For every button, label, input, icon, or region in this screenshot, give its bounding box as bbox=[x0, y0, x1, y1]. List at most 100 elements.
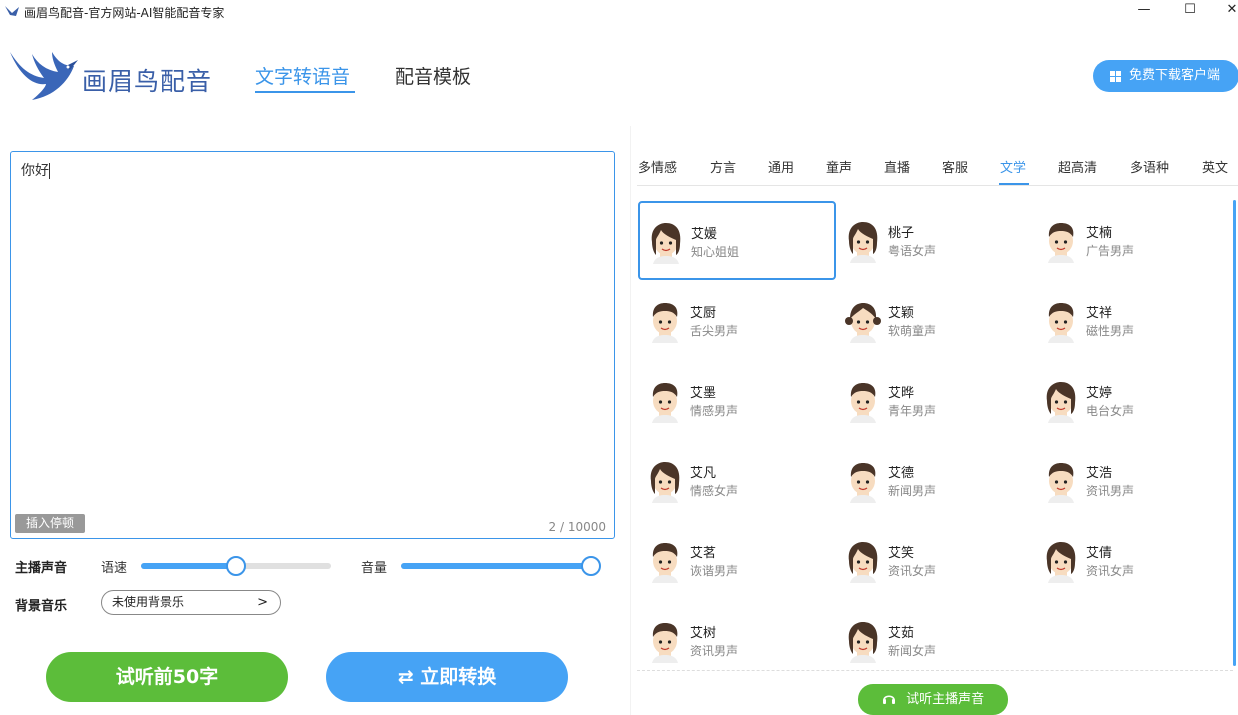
voice-card[interactable]: 艾颖 软萌童声 bbox=[836, 281, 1034, 360]
voice-desc: 资讯女声 bbox=[1086, 564, 1135, 578]
voice-avatar bbox=[844, 619, 882, 663]
voice-card[interactable]: 艾树 资讯男声 bbox=[638, 601, 836, 680]
speed-slider-knob[interactable] bbox=[226, 556, 246, 576]
voice-avatar bbox=[844, 379, 882, 423]
tab-text-to-speech[interactable]: 文字转语音 bbox=[255, 62, 350, 89]
preview-anchor-button[interactable]: 试听主播声音 bbox=[858, 684, 1008, 715]
volume-slider-knob[interactable] bbox=[581, 556, 601, 576]
voice-desc: 电台女声 bbox=[1086, 404, 1135, 418]
speed-label: 语速 bbox=[101, 561, 128, 576]
swap-icon: ⇄ bbox=[397, 666, 414, 688]
category-literature[interactable]: 文学 bbox=[1000, 157, 1026, 176]
header: 画眉鸟配音 文字转语音 配音模板 免费下载客户端 bbox=[0, 22, 1238, 126]
voice-avatar bbox=[844, 219, 882, 263]
voice-desc: 情感男声 bbox=[690, 404, 739, 418]
volume-slider-fill bbox=[401, 563, 591, 569]
voice-card[interactable]: 艾祥 磁性男声 bbox=[1034, 281, 1232, 360]
voice-desc: 资讯男声 bbox=[1086, 484, 1135, 498]
voice-card[interactable]: 艾凡 情感女声 bbox=[638, 441, 836, 520]
voice-avatar bbox=[1042, 299, 1080, 343]
voice-name: 艾祥 bbox=[1086, 306, 1113, 321]
bgm-select[interactable]: 未使用背景乐 > bbox=[101, 590, 281, 615]
category-emotion[interactable]: 多情感 bbox=[638, 157, 677, 176]
editor-text[interactable]: 你好 bbox=[21, 160, 50, 180]
insert-pause-button[interactable]: 插入停顿 bbox=[15, 514, 85, 533]
voice-list-scrollbar[interactable] bbox=[1233, 200, 1236, 666]
voice-name: 桃子 bbox=[888, 226, 915, 241]
voice-avatar bbox=[844, 459, 882, 503]
category-english[interactable]: 英文 bbox=[1202, 157, 1228, 176]
voice-name: 艾树 bbox=[690, 626, 717, 641]
voice-card[interactable]: 艾晔 青年男声 bbox=[836, 361, 1034, 440]
voice-card[interactable]: 艾倩 资讯女声 bbox=[1034, 521, 1232, 600]
chevron-right-icon: > bbox=[257, 595, 268, 610]
bgm-value: 未使用背景乐 bbox=[112, 595, 185, 609]
voice-desc: 资讯男声 bbox=[690, 644, 739, 658]
voice-name: 艾厨 bbox=[690, 306, 717, 321]
preview-anchor-label: 试听主播声音 bbox=[906, 692, 985, 707]
title-bar: 画眉鸟配音-官方网站-AI智能配音专家 — ☐ ✕ bbox=[0, 0, 1238, 22]
voice-card[interactable]: 艾德 新闻男声 bbox=[836, 441, 1034, 520]
speed-slider[interactable] bbox=[141, 556, 331, 576]
voice-card[interactable]: 艾婷 电台女声 bbox=[1034, 361, 1232, 440]
voice-avatar bbox=[646, 539, 684, 583]
speed-slider-fill bbox=[141, 563, 236, 569]
maximize-button[interactable]: ☐ bbox=[1170, 0, 1210, 22]
close-button[interactable]: ✕ bbox=[1212, 0, 1238, 22]
category-general[interactable]: 通用 bbox=[768, 157, 794, 176]
anchor-voice-label: 主播声音 bbox=[15, 561, 68, 576]
voice-name: 艾墨 bbox=[690, 386, 717, 401]
voice-avatar bbox=[646, 379, 684, 423]
voice-name: 艾颖 bbox=[888, 306, 915, 321]
category-hd[interactable]: 超高清 bbox=[1058, 157, 1097, 176]
voice-desc: 青年男声 bbox=[888, 404, 937, 418]
editor-panel: 你好 插入停顿 2 / 10000 主播声音 语速 音量 背景音乐 未使用背景乐… bbox=[0, 126, 630, 715]
voice-card[interactable]: 艾墨 情感男声 bbox=[638, 361, 836, 440]
category-child[interactable]: 童声 bbox=[826, 157, 852, 176]
voice-card[interactable]: 艾厨 舌尖男声 bbox=[638, 281, 836, 360]
voice-desc: 新闻男声 bbox=[888, 484, 937, 498]
category-multilingual[interactable]: 多语种 bbox=[1130, 157, 1169, 176]
voice-list-divider bbox=[637, 670, 1233, 671]
volume-label: 音量 bbox=[361, 561, 388, 576]
headphones-icon bbox=[882, 692, 906, 707]
voice-card[interactable]: 艾茗 诙谐男声 bbox=[638, 521, 836, 600]
voice-card[interactable]: 桃子 粤语女声 bbox=[836, 201, 1034, 280]
minimize-button[interactable]: — bbox=[1124, 0, 1164, 22]
category-dialect[interactable]: 方言 bbox=[710, 157, 736, 176]
voice-card[interactable]: 艾笑 资讯女声 bbox=[836, 521, 1034, 600]
tab-voice-templates[interactable]: 配音模板 bbox=[395, 62, 471, 89]
voice-avatar bbox=[1042, 539, 1080, 583]
voice-avatar bbox=[646, 299, 684, 343]
category-divider bbox=[637, 185, 1238, 186]
voice-avatar bbox=[647, 220, 685, 264]
voice-avatar bbox=[1042, 219, 1080, 263]
voice-desc: 资讯女声 bbox=[888, 564, 937, 578]
voice-name: 艾楠 bbox=[1086, 226, 1113, 241]
voice-avatar bbox=[646, 459, 684, 503]
app-logo-icon bbox=[5, 6, 19, 16]
text-caret bbox=[49, 163, 50, 179]
category-service[interactable]: 客服 bbox=[942, 157, 968, 176]
voice-card[interactable]: 艾楠 广告男声 bbox=[1034, 201, 1232, 280]
preview-50-button[interactable]: 试听前50字 bbox=[46, 652, 288, 702]
category-live[interactable]: 直播 bbox=[884, 157, 910, 176]
voice-card[interactable]: 艾茹 新闻女声 bbox=[836, 601, 1034, 680]
text-editor[interactable]: 你好 插入停顿 2 / 10000 bbox=[10, 151, 615, 539]
download-client-button[interactable]: 免费下载客户端 bbox=[1093, 60, 1238, 92]
voice-name: 艾德 bbox=[888, 466, 915, 481]
voice-card[interactable]: 艾浩 资讯男声 bbox=[1034, 441, 1232, 520]
voice-card[interactable]: 艾媛 知心姐姐 bbox=[638, 201, 836, 280]
window-title: 画眉鸟配音-官方网站-AI智能配音专家 bbox=[24, 6, 225, 20]
voice-desc: 新闻女声 bbox=[888, 644, 937, 658]
voice-name: 艾茹 bbox=[888, 626, 915, 641]
volume-slider[interactable] bbox=[401, 556, 601, 576]
voice-name: 艾茗 bbox=[690, 546, 717, 561]
convert-button[interactable]: ⇄ 立即转换 bbox=[326, 652, 568, 702]
active-tab-underline bbox=[255, 91, 355, 93]
voice-desc: 广告男声 bbox=[1086, 244, 1135, 258]
voice-avatar bbox=[1042, 459, 1080, 503]
voice-desc: 知心姐姐 bbox=[691, 245, 740, 259]
char-counter: 2 / 10000 bbox=[548, 520, 606, 534]
download-client-label: 免费下载客户端 bbox=[1129, 68, 1221, 83]
